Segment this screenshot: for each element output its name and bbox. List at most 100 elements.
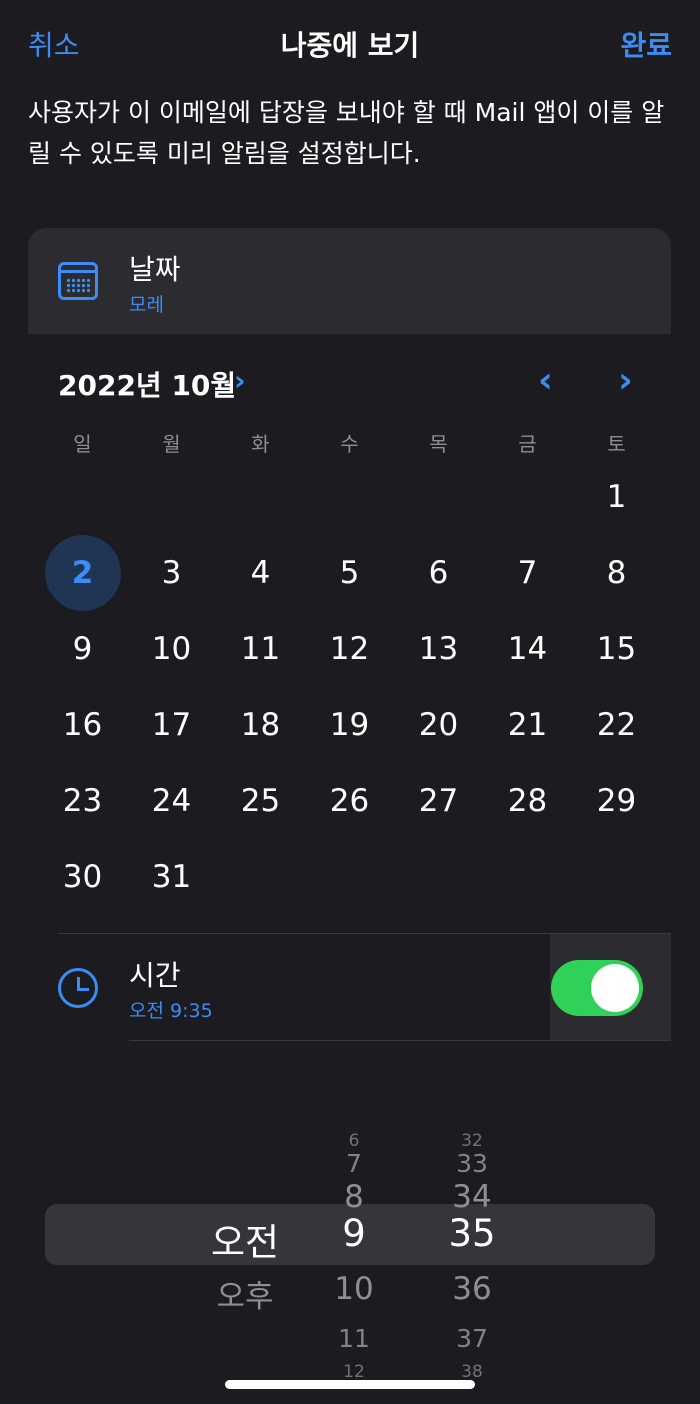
day-number: 25 [240,783,281,819]
page-title: 나중에 보기 [280,29,420,62]
day-number: 20 [418,707,459,743]
calendar-day[interactable]: 18 [216,687,305,763]
hour-option[interactable]: 7 [319,1149,389,1178]
calendar-day[interactable]: 21 [483,687,572,763]
previous-month-button[interactable]: ‹ [538,360,553,401]
selected-day[interactable]: 2 [38,535,127,611]
day-number: 11 [240,631,281,667]
calendar-day[interactable]: 20 [394,687,483,763]
calendar-day[interactable]: 23 [38,763,127,839]
calendar-day[interactable]: 9 [38,611,127,687]
empty-day-cell [483,459,572,535]
calendar-day[interactable]: 7 [483,535,572,611]
day-number: 3 [161,555,182,591]
weekday-label: 금 [518,432,537,456]
calendar-day[interactable]: 28 [483,763,572,839]
calendar-day[interactable]: 14 [483,611,572,687]
date-row[interactable]: 날짜 모레 [28,228,671,334]
day-number: 26 [329,783,370,819]
day-number: 30 [62,859,103,895]
calendar-day[interactable]: 16 [38,687,127,763]
day-number: 15 [596,631,637,667]
ampm-option[interactable]: 오후 [195,1271,295,1316]
calendar-day[interactable]: 27 [394,763,483,839]
calendar-day[interactable]: 24 [127,763,216,839]
calendar-day[interactable]: 12 [305,611,394,687]
weekday-label: 월 [162,432,181,456]
time-row-value: 오전 9:35 [129,1000,213,1022]
calendar-day[interactable]: 4 [216,535,305,611]
calendar-day[interactable]: 29 [572,763,661,839]
day-number: 18 [240,707,281,743]
hour-option[interactable]: 10 [319,1271,389,1307]
hour-option[interactable]: 6 [319,1131,389,1151]
calendar-day[interactable]: 15 [572,611,661,687]
time-toggle[interactable] [551,960,643,1016]
date-row-title: 날짜 [129,253,181,286]
day-number: 10 [151,631,192,667]
toggle-knob [591,964,639,1012]
minute-option[interactable]: 36 [432,1271,512,1307]
day-number: 21 [507,707,548,743]
minute-option[interactable]: 38 [432,1362,512,1382]
calendar-day[interactable]: 10 [127,611,216,687]
time-row[interactable]: 시간 오전 9:35 [0,934,700,1040]
calendar-day[interactable]: 30 [38,839,127,915]
calendar-day[interactable]: 25 [216,763,305,839]
day-number: 2 [71,555,94,591]
calendar-day[interactable]: 17 [127,687,216,763]
time-picker[interactable]: 6 7 8 9 10 11 12 32 33 34 35 36 37 38 오전오후 [0,1070,700,1390]
minute-option[interactable]: 34 [432,1179,512,1215]
empty-day-cell [305,459,394,535]
minute-option[interactable]: 33 [432,1149,512,1178]
minute-option[interactable]: 35 [432,1212,512,1255]
calendar-day[interactable]: 8 [572,535,661,611]
calendar-day[interactable]: 31 [127,839,216,915]
day-number: 8 [606,555,627,591]
day-number: 31 [151,859,192,895]
weekday-label: 일 [73,432,92,456]
home-indicator [225,1380,475,1389]
calendar-day[interactable]: 5 [305,535,394,611]
ampm-option[interactable]: 오전 [195,1212,295,1266]
minute-option[interactable]: 37 [432,1324,512,1353]
day-number: 1 [606,479,627,515]
weekday-label: 토 [607,432,626,456]
hour-option[interactable]: 12 [319,1362,389,1382]
day-number: 16 [62,707,103,743]
calendar-day[interactable]: 26 [305,763,394,839]
day-number: 23 [62,783,103,819]
day-number: 5 [339,555,360,591]
clock-icon [58,968,98,1008]
calendar-day[interactable]: 3 [127,535,216,611]
next-month-button[interactable]: › [618,360,633,401]
day-number: 17 [151,707,192,743]
weekday-label: 목 [429,432,448,456]
navigation-bar: 취소 나중에 보기 완료 [0,0,700,90]
minute-option[interactable]: 32 [432,1131,512,1151]
day-number: 19 [329,707,370,743]
calendar-day[interactable]: 13 [394,611,483,687]
month-header: 2022년 10월 › ‹ › [58,360,658,404]
hour-option[interactable]: 9 [319,1212,389,1255]
hour-option[interactable]: 8 [319,1179,389,1215]
day-number: 12 [329,631,370,667]
calendar-icon [58,262,98,300]
empty-day-cell [216,459,305,535]
calendar-day[interactable]: 11 [216,611,305,687]
day-number: 24 [151,783,192,819]
empty-day-cell [38,459,127,535]
done-button[interactable]: 완료 [620,24,672,64]
divider [129,1040,671,1041]
calendar-day[interactable]: 19 [305,687,394,763]
chevron-right-icon[interactable]: › [234,364,246,397]
hour-option[interactable]: 11 [319,1324,389,1353]
month-year-label[interactable]: 2022년 10월 [58,364,236,404]
calendar-day[interactable]: 6 [394,535,483,611]
day-number: 7 [517,555,538,591]
day-number: 13 [418,631,459,667]
weekday-label: 수 [340,432,359,456]
day-number: 27 [418,783,459,819]
calendar-day[interactable]: 22 [572,687,661,763]
calendar-day[interactable]: 1 [572,459,661,535]
